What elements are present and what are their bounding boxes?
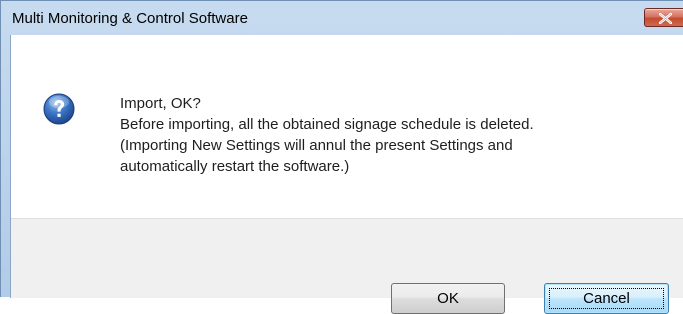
button-bar: OK Cancel [11,218,683,314]
cancel-button[interactable]: Cancel [544,283,669,314]
message-line: Before importing, all the obtained signa… [120,116,534,133]
message-line: Import, OK? [120,95,201,112]
ok-button[interactable]: OK [391,283,505,314]
close-icon [659,13,672,24]
dialog-window: Multi Monitoring & Control Software Impo… [0,0,683,314]
window-title: Multi Monitoring & Control Software [12,10,248,27]
question-icon [43,93,75,125]
message-text: Import, OK? Before importing, all the ob… [120,93,680,177]
message-line: automatically restart the software.) [120,158,350,175]
ok-button-label: OK [437,290,459,307]
message-area: Import, OK? Before importing, all the ob… [11,35,683,218]
title-bar[interactable]: Multi Monitoring & Control Software [2,1,683,35]
close-button[interactable] [644,8,683,27]
dialog-client-area: Import, OK? Before importing, all the ob… [10,35,683,314]
cancel-button-label: Cancel [583,290,630,307]
message-line: (Importing New Settings will annul the p… [120,137,513,154]
